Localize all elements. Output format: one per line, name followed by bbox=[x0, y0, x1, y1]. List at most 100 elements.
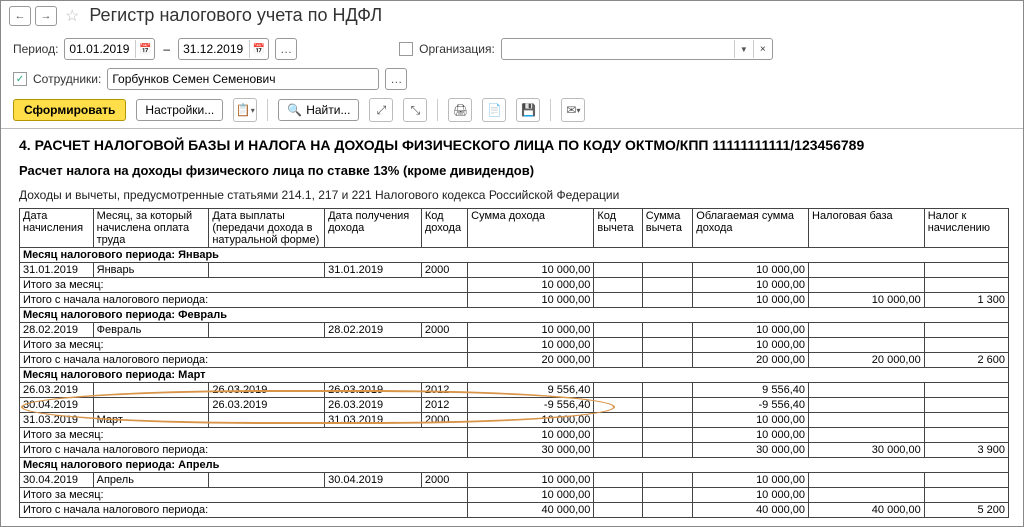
cell bbox=[93, 398, 209, 413]
cell bbox=[594, 398, 642, 413]
cell: 30.04.2019 bbox=[20, 473, 94, 488]
cell: 3 900 bbox=[924, 443, 1008, 458]
cell bbox=[924, 323, 1008, 338]
cell: 26.03.2019 bbox=[325, 383, 422, 398]
cell bbox=[93, 383, 209, 398]
report-icon[interactable]: 📄 bbox=[482, 98, 506, 122]
cell: -9 556,40 bbox=[468, 398, 594, 413]
cell: 10 000,00 bbox=[693, 428, 809, 443]
cell: 26.03.2019 bbox=[209, 383, 325, 398]
cell: 10 000,00 bbox=[468, 293, 594, 308]
calendar-icon[interactable]: 📅 bbox=[249, 40, 268, 58]
cell bbox=[809, 278, 925, 293]
report-table: Дата начисления Месяц, за который начисл… bbox=[19, 208, 1009, 518]
toolbar-separator bbox=[550, 99, 551, 121]
cell bbox=[642, 473, 693, 488]
cell bbox=[642, 428, 693, 443]
month-total-row: Итого за месяц:10 000,0010 000,00 bbox=[20, 428, 1009, 443]
cell: 10 000,00 bbox=[468, 263, 594, 278]
cell: 2000 bbox=[421, 473, 467, 488]
org-field[interactable]: ▼ × bbox=[501, 38, 773, 60]
forward-button[interactable]: → bbox=[35, 6, 57, 26]
back-button[interactable]: ← bbox=[9, 6, 31, 26]
cell bbox=[642, 323, 693, 338]
cell bbox=[642, 278, 693, 293]
print-icon[interactable]: 🖨 bbox=[448, 98, 472, 122]
calendar-icon[interactable]: 📅 bbox=[135, 40, 154, 58]
col-month-paid: Месяц, за который начислена оплата труда bbox=[93, 209, 209, 248]
month-header-row: Месяц налогового периода: Март bbox=[20, 368, 1009, 383]
cell bbox=[642, 353, 693, 368]
period-total-label: Итого с начала налогового периода: bbox=[20, 293, 468, 308]
copy-icon[interactable]: 📋▾ bbox=[233, 98, 257, 122]
cell: 1 300 bbox=[924, 293, 1008, 308]
expand-tool-icon[interactable]: ⤢ bbox=[369, 98, 393, 122]
month-total-label: Итого за месяц: bbox=[20, 338, 468, 353]
find-label: Найти... bbox=[306, 103, 350, 117]
cell: 10 000,00 bbox=[693, 278, 809, 293]
month-header-cell: Месяц налогового периода: Апрель bbox=[20, 458, 1009, 473]
mail-icon[interactable]: ✉▾ bbox=[561, 98, 585, 122]
cell bbox=[594, 263, 642, 278]
cell bbox=[924, 413, 1008, 428]
cell bbox=[924, 263, 1008, 278]
cell: 26.03.2019 bbox=[20, 383, 94, 398]
cell: Апрель bbox=[93, 473, 209, 488]
save-icon[interactable]: 💾 bbox=[516, 98, 540, 122]
cell bbox=[809, 428, 925, 443]
employee-label: Сотрудники: bbox=[33, 72, 101, 86]
find-button[interactable]: 🔍 Найти... bbox=[278, 99, 359, 121]
cell: 40 000,00 bbox=[468, 503, 594, 518]
collapse-tool-icon[interactable]: ⤡ bbox=[403, 98, 427, 122]
org-clear-icon[interactable]: × bbox=[753, 40, 772, 58]
generate-button[interactable]: Сформировать bbox=[13, 99, 126, 121]
cell bbox=[642, 398, 693, 413]
employee-value: Горбунков Семен Семенович bbox=[108, 72, 378, 86]
period-label: Период: bbox=[13, 42, 58, 56]
cell bbox=[209, 263, 325, 278]
month-header-cell: Месяц налогового периода: Февраль bbox=[20, 308, 1009, 323]
table-row: 28.02.2019Февраль28.02.2019200010 000,00… bbox=[20, 323, 1009, 338]
cell: 9 556,40 bbox=[693, 383, 809, 398]
month-total-row: Итого за месяц:10 000,0010 000,00 bbox=[20, 338, 1009, 353]
table-row: 31.01.2019Январь31.01.2019200010 000,001… bbox=[20, 263, 1009, 278]
cell bbox=[642, 443, 693, 458]
date-to-field[interactable]: 31.12.2019 📅 bbox=[178, 38, 269, 60]
cell: 40 000,00 bbox=[693, 503, 809, 518]
settings-button[interactable]: Настройки... bbox=[136, 99, 223, 121]
favorite-icon[interactable]: ☆ bbox=[65, 6, 79, 26]
period-total-label: Итого с начала налогового периода: bbox=[20, 443, 468, 458]
month-header-row: Месяц налогового периода: Январь bbox=[20, 248, 1009, 263]
cell bbox=[594, 413, 642, 428]
period-dash: – bbox=[161, 42, 172, 56]
cell: 31.01.2019 bbox=[20, 263, 94, 278]
cell: 28.02.2019 bbox=[20, 323, 94, 338]
cell bbox=[594, 443, 642, 458]
date-from-field[interactable]: 01.01.2019 📅 bbox=[64, 38, 155, 60]
employee-field[interactable]: Горбунков Семен Семенович bbox=[107, 68, 379, 90]
cell bbox=[924, 398, 1008, 413]
report-note: Доходы и вычеты, предусмотренные статьям… bbox=[19, 188, 1013, 202]
cell: 10 000,00 bbox=[468, 473, 594, 488]
cell bbox=[594, 323, 642, 338]
cell bbox=[209, 413, 325, 428]
chevron-down-icon[interactable]: ▼ bbox=[734, 40, 753, 58]
org-checkbox[interactable] bbox=[399, 42, 413, 56]
cell: 10 000,00 bbox=[468, 278, 594, 293]
cell: 40 000,00 bbox=[809, 503, 925, 518]
employee-checkbox[interactable]: ✓ bbox=[13, 72, 27, 86]
cell bbox=[809, 323, 925, 338]
cell: 20 000,00 bbox=[468, 353, 594, 368]
period-total-row: Итого с начала налогового периода:20 000… bbox=[20, 353, 1009, 368]
employee-more-button[interactable]: … bbox=[385, 68, 407, 90]
cell: 10 000,00 bbox=[693, 323, 809, 338]
period-more-button[interactable]: … bbox=[275, 38, 297, 60]
cell bbox=[209, 473, 325, 488]
col-receipt-date: Дата получения дохода bbox=[325, 209, 422, 248]
cell bbox=[809, 383, 925, 398]
cell bbox=[924, 338, 1008, 353]
cell: 30.04.2019 bbox=[20, 398, 94, 413]
col-income-sum: Сумма дохода bbox=[468, 209, 594, 248]
cell: 31.01.2019 bbox=[325, 263, 422, 278]
cell bbox=[809, 473, 925, 488]
